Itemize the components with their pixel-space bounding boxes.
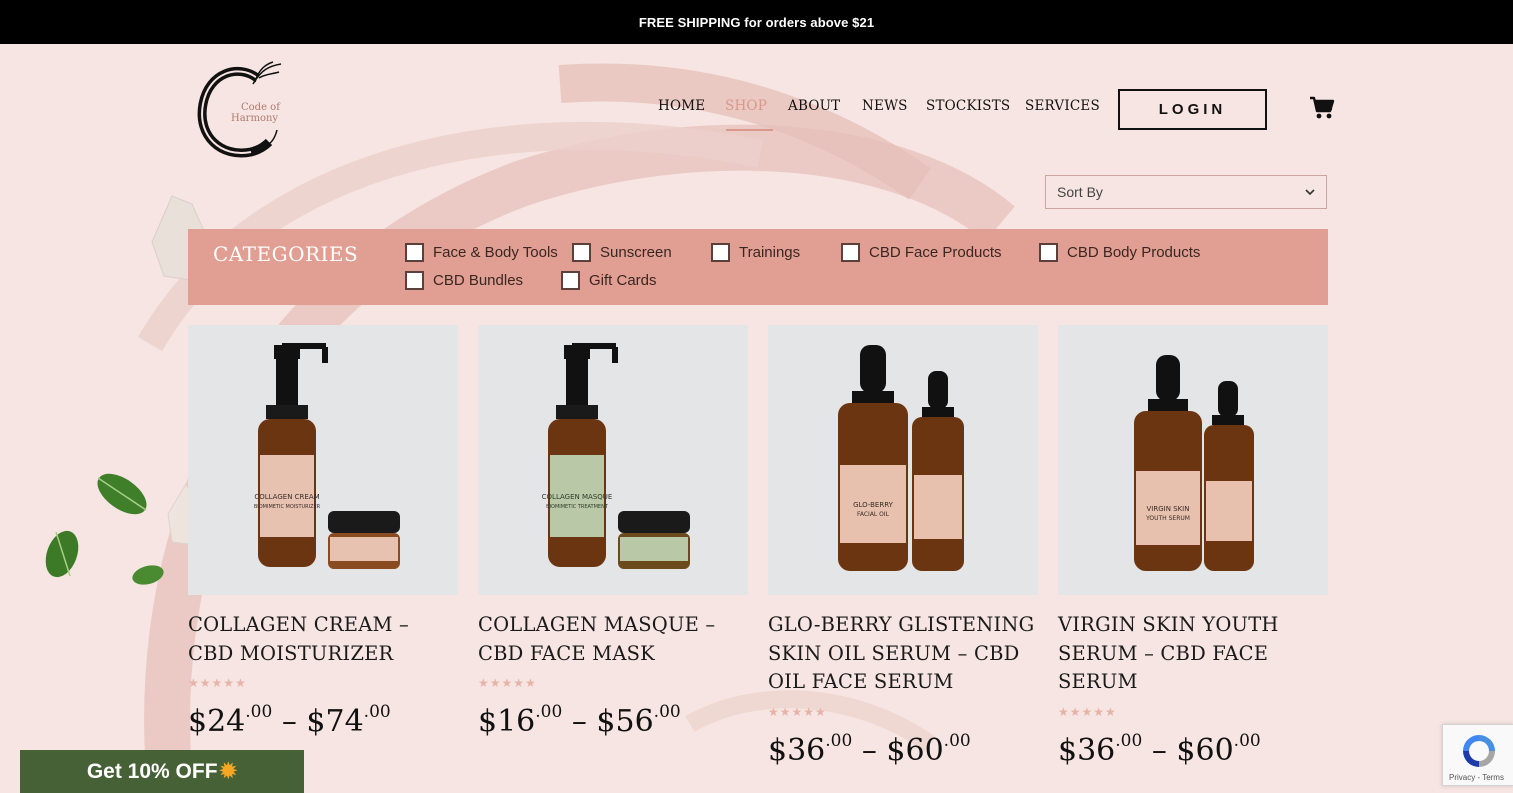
product-price: $36.00 – $60.00 xyxy=(1058,731,1328,768)
product-label-line2: BIOMIMETIC TREATMENT xyxy=(546,504,609,510)
product-name[interactable]: GLO-BERRY GLISTENING SKIN OIL SERUM – CB… xyxy=(768,611,1038,697)
product-label-line2: BIOMIMETIC MOISTURIZER xyxy=(254,504,321,510)
price-max-cents: .00 xyxy=(363,702,391,722)
price-min: $36 xyxy=(768,732,826,768)
product-label-line2: FACIAL OIL xyxy=(857,511,890,518)
shipping-banner-text: FREE SHIPPING for orders above $21 xyxy=(638,14,875,30)
nav-active-indicator xyxy=(726,129,773,131)
category-face-body-tools[interactable]: Face & Body Tools xyxy=(405,243,558,262)
cart-icon[interactable] xyxy=(1309,96,1335,120)
price-min: $24 xyxy=(188,704,246,739)
brand-logo[interactable]: Code of Harmony xyxy=(195,60,290,160)
product-label-line1: COLLAGEN CREAM xyxy=(254,493,319,501)
product-label-line1: VIRGIN SKIN xyxy=(1146,505,1189,513)
product-name[interactable]: VIRGIN SKIN YOUTH SERUM – CBD FACE SERUM xyxy=(1058,611,1328,697)
checkbox[interactable] xyxy=(405,243,424,262)
product-price: $16.00 – $56.00 xyxy=(478,702,748,739)
categories-title: CATEGORIES xyxy=(213,242,359,266)
chevron-down-icon xyxy=(1305,188,1315,195)
category-label: CBD Bundles xyxy=(433,272,524,289)
price-min-cents: .00 xyxy=(825,730,853,751)
category-label: Face & Body Tools xyxy=(433,244,558,261)
promo-label: Get 10% OFF xyxy=(86,759,218,783)
recaptcha-badge[interactable]: Privacy - Terms xyxy=(1442,724,1513,786)
price-max: $60 xyxy=(886,732,944,768)
sort-select[interactable]: Sort By xyxy=(1045,175,1327,209)
nav-stockists[interactable]: STOCKISTS xyxy=(926,98,1010,114)
price-min-cents: .00 xyxy=(1115,730,1143,751)
price-max: $60 xyxy=(1176,732,1234,768)
price-separator: – xyxy=(571,704,587,739)
checkbox[interactable] xyxy=(405,271,424,290)
category-label: Trainings xyxy=(739,244,801,261)
checkbox[interactable] xyxy=(841,243,860,262)
price-max-cents: .00 xyxy=(1233,730,1261,751)
brand-line2: Harmony xyxy=(231,113,278,124)
nav-about[interactable]: ABOUT xyxy=(788,98,840,114)
product-card[interactable]: GLO-BERRY FACIAL OIL GLO-BERRY GLISTENIN… xyxy=(768,325,1038,768)
nav-shop[interactable]: SHOP xyxy=(725,98,767,114)
category-gift-cards[interactable]: Gift Cards xyxy=(561,271,657,290)
category-label: Gift Cards xyxy=(589,272,657,289)
price-separator: – xyxy=(1151,732,1167,768)
checkbox[interactable] xyxy=(1039,243,1058,262)
categories-panel: CATEGORIES Face & Body Tools Sunscreen T… xyxy=(188,229,1328,305)
leaf-decoration xyxy=(45,473,164,585)
price-min-cents: .00 xyxy=(535,702,563,722)
price-max-cents: .00 xyxy=(653,702,681,722)
category-trainings[interactable]: Trainings xyxy=(711,243,800,262)
price-min: $16 xyxy=(478,704,536,739)
product-image[interactable]: GLO-BERRY FACIAL OIL xyxy=(768,325,1038,595)
price-min-cents: .00 xyxy=(245,702,273,722)
product-rating: ★★★★★ xyxy=(768,704,827,719)
category-label: CBD Face Products xyxy=(869,244,1002,261)
brand-line1: Code of xyxy=(241,102,281,113)
product-name[interactable]: COLLAGEN CREAM – CBD MOISTURIZER xyxy=(188,611,458,668)
recaptcha-terms[interactable]: Privacy - Terms xyxy=(1449,773,1504,782)
product-rating: ★★★★★ xyxy=(478,676,537,690)
product-price: $36.00 – $60.00 xyxy=(768,731,1038,768)
category-sunscreen[interactable]: Sunscreen xyxy=(572,243,672,262)
product-name[interactable]: COLLAGEN MASQUE – CBD FACE MASK xyxy=(478,611,748,668)
product-label-line2: YOUTH SERUM xyxy=(1145,515,1190,522)
nav-home[interactable]: HOME xyxy=(658,98,705,114)
product-price: $24.00 – $74.00 xyxy=(188,702,458,739)
login-button[interactable]: LOGIN xyxy=(1118,89,1267,130)
price-min: $36 xyxy=(1058,732,1116,768)
nav-news[interactable]: NEWS xyxy=(862,98,908,114)
price-separator: – xyxy=(281,704,297,739)
price-separator: – xyxy=(861,732,877,768)
product-card[interactable]: COLLAGEN CREAM BIOMIMETIC MOISTURIZER CO… xyxy=(188,325,458,739)
shipping-banner: FREE SHIPPING for orders above $21 xyxy=(0,0,1513,44)
category-cbd-face-products[interactable]: CBD Face Products xyxy=(841,243,1002,262)
price-max: $56 xyxy=(596,704,654,739)
recaptcha-icon xyxy=(1463,735,1495,767)
nav-services[interactable]: SERVICES xyxy=(1025,98,1100,114)
sun-icon: ✹ xyxy=(219,760,238,783)
price-max-cents: .00 xyxy=(943,730,971,751)
product-image[interactable]: COLLAGEN CREAM BIOMIMETIC MOISTURIZER xyxy=(188,325,458,595)
product-rating: ★★★★★ xyxy=(1058,704,1117,719)
checkbox[interactable] xyxy=(711,243,730,262)
product-card[interactable]: COLLAGEN MASQUE BIOMIMETIC TREATMENT COL… xyxy=(478,325,748,739)
product-card[interactable]: VIRGIN SKIN YOUTH SERUM VIRGIN SKIN YOUT… xyxy=(1058,325,1328,768)
product-image[interactable]: VIRGIN SKIN YOUTH SERUM xyxy=(1058,325,1328,595)
category-cbd-bundles[interactable]: CBD Bundles xyxy=(405,271,523,290)
category-label: Sunscreen xyxy=(600,244,672,261)
product-label-line1: COLLAGEN MASQUE xyxy=(542,493,613,501)
category-cbd-body-products[interactable]: CBD Body Products xyxy=(1039,243,1200,262)
price-max: $74 xyxy=(306,704,364,739)
checkbox[interactable] xyxy=(561,271,580,290)
product-rating: ★★★★★ xyxy=(188,676,247,690)
product-label-line1: GLO-BERRY xyxy=(853,501,894,509)
discount-popup-button[interactable]: Get 10% OFF ✹ xyxy=(20,750,304,793)
product-image[interactable]: COLLAGEN MASQUE BIOMIMETIC TREATMENT xyxy=(478,325,748,595)
category-label: CBD Body Products xyxy=(1067,244,1201,261)
checkbox[interactable] xyxy=(572,243,591,262)
sort-select-value: Sort By xyxy=(1057,184,1103,200)
